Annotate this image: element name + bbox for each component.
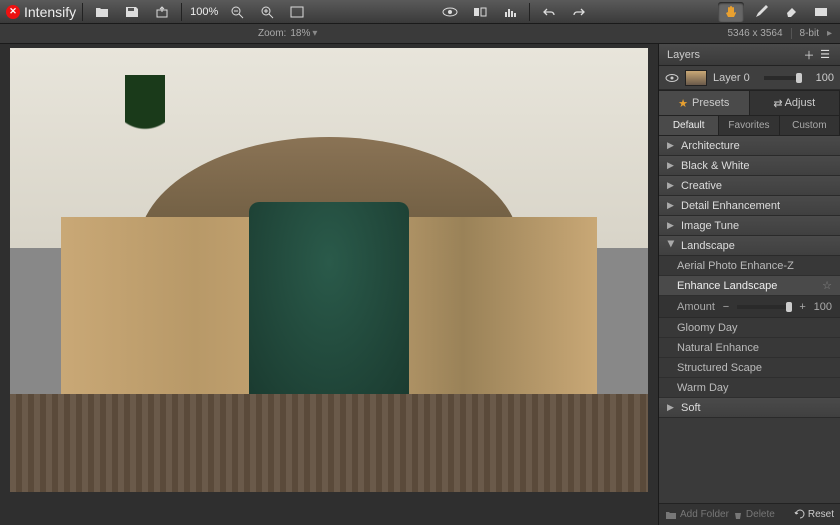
- category-image-tune[interactable]: ▶Image Tune: [659, 216, 840, 236]
- category-detail-enhancement[interactable]: ▶Detail Enhancement: [659, 196, 840, 216]
- layers-header: Layers ＋ ☰: [659, 44, 840, 66]
- redo-button[interactable]: [566, 2, 592, 22]
- compare-button[interactable]: [467, 2, 493, 22]
- chevron-right-icon: ▶: [667, 220, 675, 231]
- logo-badge: ✕: [6, 5, 20, 19]
- tab-presets[interactable]: ★Presets: [659, 91, 750, 115]
- open-button[interactable]: [89, 2, 115, 22]
- zoom-percent[interactable]: 100%: [188, 6, 220, 18]
- layer-opacity-value: 100: [808, 72, 834, 84]
- tab-adjust[interactable]: ⇄Adjust: [750, 91, 840, 115]
- favorite-star-icon[interactable]: ☆: [822, 279, 832, 292]
- preset-structured-scape[interactable]: Structured Scape: [659, 358, 840, 378]
- image-canvas[interactable]: [10, 48, 648, 492]
- fit-screen-button[interactable]: [284, 2, 310, 22]
- image-dimensions: 5346 x 3564: [727, 28, 791, 39]
- undo-button[interactable]: [536, 2, 562, 22]
- amount-slider[interactable]: [737, 305, 792, 309]
- preset-categories: ▶Architecture ▶Black & White ▶Creative ▶…: [659, 136, 840, 503]
- sliders-icon: ⇄: [773, 97, 780, 110]
- layer-name[interactable]: Layer 0: [713, 72, 750, 84]
- zoom-label: Zoom:: [258, 28, 286, 39]
- chevron-down-icon: ▶: [666, 241, 677, 249]
- layer-opacity-slider[interactable]: [764, 76, 802, 80]
- chevron-right-icon: ▶: [667, 200, 675, 211]
- canvas-area[interactable]: [0, 44, 658, 525]
- share-button[interactable]: [149, 2, 175, 22]
- filter-tab-favorites[interactable]: Favorites: [719, 116, 779, 135]
- zoom-in-button[interactable]: [254, 2, 280, 22]
- category-creative[interactable]: ▶Creative: [659, 176, 840, 196]
- preset-warm-day[interactable]: Warm Day: [659, 378, 840, 398]
- panel-footer: Add Folder Delete Reset: [659, 503, 840, 525]
- category-landscape[interactable]: ▶Landscape: [659, 236, 840, 256]
- preset-amount-row: Amount − + 100: [659, 296, 840, 318]
- preset-enhance-landscape[interactable]: Enhance Landscape☆: [659, 276, 840, 296]
- mode-tabs: ★Presets ⇄Adjust: [659, 90, 840, 116]
- layer-thumbnail[interactable]: [685, 70, 707, 86]
- eraser-tool-button[interactable]: [778, 2, 804, 22]
- save-button[interactable]: [119, 2, 145, 22]
- category-soft[interactable]: ▶Soft: [659, 398, 840, 418]
- right-panel: Layers ＋ ☰ Layer 0 100 ★Presets ⇄Adjust …: [658, 44, 840, 525]
- layers-title: Layers: [667, 49, 700, 61]
- layers-menu-button[interactable]: ☰: [818, 48, 832, 61]
- amount-value: 100: [814, 301, 832, 313]
- top-toolbar: ✕ Intensify 100%: [0, 0, 840, 24]
- hand-tool-button[interactable]: [718, 2, 744, 22]
- chevron-right-icon: ▶: [667, 402, 675, 413]
- preset-natural-enhance[interactable]: Natural Enhance: [659, 338, 840, 358]
- chevron-right-icon: ▶: [667, 180, 675, 191]
- filter-tab-custom[interactable]: Custom: [780, 116, 840, 135]
- infobar-chevron-icon[interactable]: ▸: [827, 28, 832, 39]
- zoom-out-button[interactable]: [224, 2, 250, 22]
- brush-tool-button[interactable]: [748, 2, 774, 22]
- layer-row[interactable]: Layer 0 100: [659, 66, 840, 90]
- app-name: Intensify: [24, 4, 76, 20]
- layer-visibility-icon[interactable]: [665, 71, 679, 85]
- filter-tab-default[interactable]: Default: [659, 116, 719, 135]
- star-icon: ★: [678, 97, 688, 110]
- category-architecture[interactable]: ▶Architecture: [659, 136, 840, 156]
- zoom-dropdown-icon[interactable]: ▾: [312, 28, 317, 39]
- chevron-right-icon: ▶: [667, 140, 675, 151]
- delete-button[interactable]: Delete: [733, 509, 775, 520]
- gradient-tool-button[interactable]: [808, 2, 834, 22]
- info-bar: Zoom: 18% ▾ 5346 x 3564 8-bit ▸: [0, 24, 840, 44]
- histogram-button[interactable]: [497, 2, 523, 22]
- amount-plus-button[interactable]: +: [798, 301, 808, 313]
- app-logo: ✕ Intensify: [6, 4, 76, 20]
- chevron-right-icon: ▶: [667, 160, 675, 171]
- preset-filter-tabs: Default Favorites Custom: [659, 116, 840, 136]
- add-folder-button[interactable]: Add Folder: [665, 509, 729, 520]
- bit-depth: 8-bit: [792, 28, 827, 39]
- zoom-value[interactable]: 18%: [290, 28, 310, 39]
- add-layer-button[interactable]: ＋: [800, 47, 818, 63]
- preview-button[interactable]: [437, 2, 463, 22]
- preset-gloomy-day[interactable]: Gloomy Day: [659, 318, 840, 338]
- amount-minus-button[interactable]: −: [721, 301, 731, 313]
- reset-button[interactable]: Reset: [794, 509, 834, 520]
- category-black-white[interactable]: ▶Black & White: [659, 156, 840, 176]
- amount-label: Amount: [677, 301, 715, 313]
- preset-aerial-photo-enhance[interactable]: Aerial Photo Enhance-Z: [659, 256, 840, 276]
